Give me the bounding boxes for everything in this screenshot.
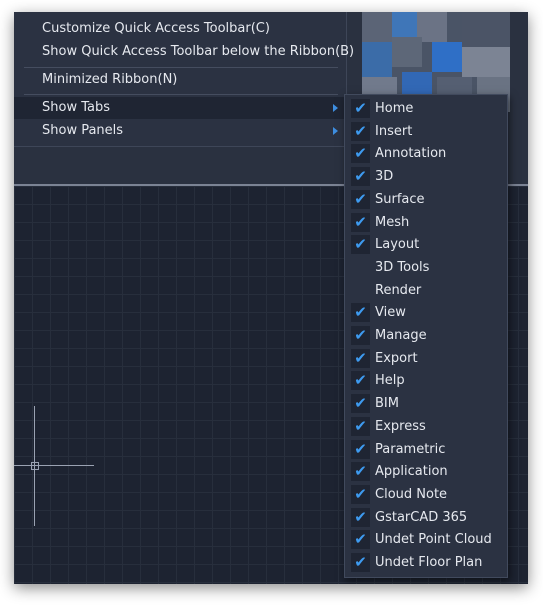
tab-toggle-label: BIM [375, 396, 399, 412]
menu-item-label: Customize Quick Access Toolbar(C) [42, 21, 270, 36]
tab-toggle-label: Express [375, 418, 426, 434]
tab-toggle-render[interactable]: Render [345, 279, 507, 302]
checkmark-icon: ✔ [351, 553, 370, 572]
checkmark-icon: ✔ [351, 416, 370, 436]
tab-toggle-annotation[interactable]: ✔ Annotation [345, 142, 507, 165]
tab-toggle-gstarcad-365[interactable]: ✔ GstarCAD 365 [345, 506, 507, 529]
checkmark-icon: ✔ [351, 326, 370, 345]
checkmark-icon: ✔ [351, 189, 370, 209]
menu-item-customize-quick-access-toolbar[interactable]: Customize Quick Access Toolbar(C) [14, 18, 346, 40]
tab-toggle-label: 3D [375, 169, 394, 185]
tab-toggle-label: Mesh [375, 214, 410, 230]
menu-item-label: Show Tabs [42, 100, 110, 115]
tab-toggle-undet-point-cloud[interactable]: ✔ Undet Point Cloud [345, 528, 507, 551]
tab-toggle-parametric[interactable]: ✔ Parametric [345, 438, 507, 461]
tab-toggle-bim[interactable]: ✔ BIM [345, 392, 507, 415]
tab-toggle-manage[interactable]: ✔ Manage [345, 324, 507, 347]
tab-toggle-insert[interactable]: ✔ Insert [345, 120, 507, 143]
checkmark-icon: ✔ [351, 99, 370, 118]
crosshair-horizontal [14, 465, 94, 466]
tab-toggle-surface[interactable]: ✔ Surface [345, 188, 507, 211]
checkmark-icon: ✔ [351, 439, 370, 459]
checkmark-icon: ✔ [351, 348, 370, 368]
menu-item-label: Show Quick Access Toolbar below the Ribb… [42, 44, 355, 59]
tab-toggle-application[interactable]: ✔ Application [345, 460, 507, 483]
checkmark-icon: ✔ [351, 303, 370, 323]
tab-toggle-label: Help [375, 373, 405, 389]
tab-toggle-help[interactable]: ✔ Help [345, 369, 507, 392]
menu-separator [24, 94, 338, 95]
tab-toggle-label: Application [375, 464, 448, 480]
tab-toggle-label: Manage [375, 328, 427, 343]
tab-toggle-label: View [375, 305, 406, 321]
menu-item-label: Minimized Ribbon(N) [42, 72, 178, 87]
tab-toggle-label: Render [375, 282, 422, 298]
menu-item-show-tabs[interactable]: Show Tabs [14, 97, 346, 119]
tab-toggle-label: 3D Tools [375, 259, 430, 275]
tab-toggle-label: Annotation [375, 146, 447, 162]
checkmark-icon: ✔ [351, 507, 370, 527]
checkmark-icon: ✔ [351, 484, 370, 504]
tab-toggle-mesh[interactable]: ✔ Mesh [345, 211, 507, 234]
show-tabs-submenu: ✔ Home ✔ Insert ✔ Annotation ✔ 3D ✔ Surface ✔ Mesh ✔… [344, 94, 508, 578]
tab-toggle-home[interactable]: ✔ Home [345, 97, 507, 120]
context-menu: Customize Quick Access Toolbar(C) Show Q… [14, 12, 354, 147]
tab-toggle-label: Cloud Note [375, 486, 448, 502]
menu-item-label: Show Panels [42, 123, 124, 138]
tab-toggle-label: GstarCAD 365 [375, 509, 468, 525]
tab-toggle-label: Export [375, 350, 418, 366]
tab-toggle-cloud-note[interactable]: ✔ Cloud Note [345, 483, 507, 506]
checkmark-icon: ✔ [351, 235, 370, 255]
tab-toggle-export[interactable]: ✔ Export [345, 347, 507, 370]
checkmark-icon: ✔ [351, 167, 370, 187]
tab-toggle-label: Insert [375, 123, 413, 139]
app-window: Customize Quick Access Toolbar(C) Show Q… [14, 12, 528, 584]
tab-toggle-3d[interactable]: ✔ 3D [345, 165, 507, 188]
tab-toggle-label: Layout [375, 237, 420, 253]
tab-toggle-3d-tools[interactable]: 3D Tools [345, 256, 507, 279]
tab-toggle-label: Surface [375, 191, 425, 207]
crosshair-pickbox [31, 462, 39, 470]
tab-toggle-label: Parametric [375, 441, 446, 457]
menu-item-show-qat-below-ribbon[interactable]: Show Quick Access Toolbar below the Ribb… [14, 41, 354, 63]
tab-toggle-view[interactable]: ✔ View [345, 301, 507, 324]
checkmark-icon: ✔ [351, 530, 370, 550]
tab-toggle-label: Undet Floor Plan [375, 555, 483, 570]
menu-separator [24, 67, 338, 68]
menu-item-show-panels[interactable]: Show Panels [14, 120, 346, 142]
tab-toggle-express[interactable]: ✔ Express [345, 415, 507, 438]
checkmark-icon: ✔ [351, 121, 370, 141]
checkmark-icon: ✔ [351, 394, 370, 414]
checkmark-icon: ✔ [351, 144, 370, 164]
menu-item-minimized-ribbon[interactable]: Minimized Ribbon(N) [14, 69, 346, 91]
submenu-arrow-icon [333, 127, 338, 135]
tab-toggle-label: Home [375, 101, 414, 116]
checkmark-icon: ✔ [351, 462, 370, 482]
tab-toggle-label: Undet Point Cloud [375, 532, 492, 548]
checkmark-icon: ✔ [351, 371, 370, 391]
submenu-arrow-icon [333, 104, 338, 112]
checkmark-icon: ✔ [351, 212, 370, 232]
tab-toggle-layout[interactable]: ✔ Layout [345, 233, 507, 256]
tab-toggle-undet-floor-plan[interactable]: ✔ Undet Floor Plan [345, 551, 507, 574]
